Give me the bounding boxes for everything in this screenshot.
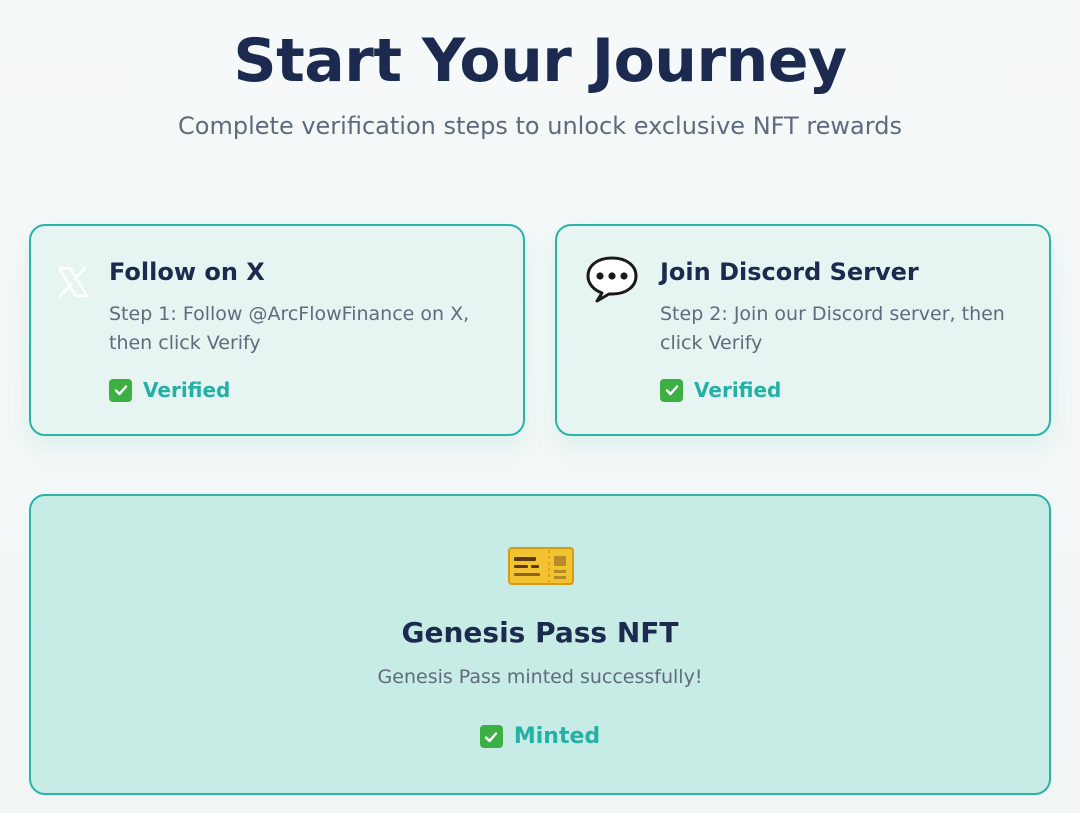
nft-title: Genesis Pass NFT <box>401 616 679 649</box>
verified-status: Verified <box>109 378 230 402</box>
status-label: Verified <box>143 378 231 402</box>
status-label: Verified <box>694 378 782 402</box>
speech-bubble-icon <box>585 252 639 306</box>
check-icon <box>660 378 683 402</box>
page-subtitle: Complete verification steps to unlock ex… <box>178 112 902 140</box>
nft-description: Genesis Pass minted successfully! <box>377 666 703 688</box>
check-icon <box>109 378 132 402</box>
minted-status: Minted <box>31 724 1049 749</box>
status-label: Minted <box>513 724 601 749</box>
step-card-follow-x[interactable]: Follow on X Step 1: Follow @ArcFlowFinan… <box>29 224 525 436</box>
x-logo-icon <box>43 252 103 312</box>
check-icon <box>479 725 503 748</box>
ticket-icon <box>507 544 575 588</box>
genesis-pass-card: Genesis Pass NFT Genesis Pass minted suc… <box>29 494 1051 795</box>
step-description: Step 1: Follow @ArcFlowFinance on X, the… <box>109 303 470 354</box>
step-title: Follow on X <box>109 258 265 286</box>
step-description: Step 2: Join our Discord server, then cl… <box>660 303 1005 354</box>
verified-status: Verified <box>660 378 781 402</box>
page-title: Start Your Journey <box>233 26 847 96</box>
step-card-join-discord[interactable]: Join Discord Server Step 2: Join our Dis… <box>555 224 1051 436</box>
step-title: Join Discord Server <box>660 258 919 286</box>
